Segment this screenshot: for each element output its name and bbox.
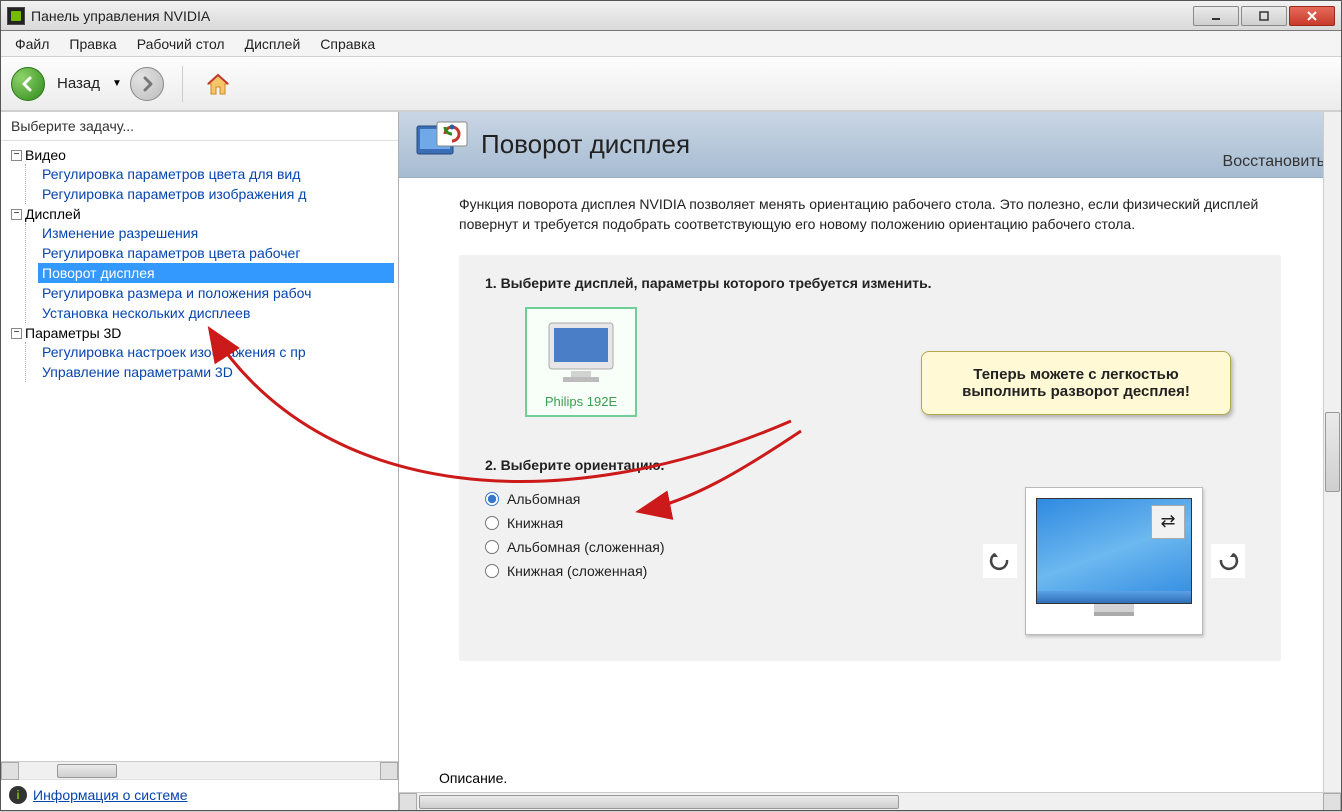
- body: Выберите задачу... − Видео Регулировка п…: [1, 111, 1341, 810]
- collapse-icon[interactable]: −: [11, 328, 22, 339]
- radio-label: Альбомная: [507, 491, 580, 507]
- tree-leaf-multi-display[interactable]: Установка нескольких дисплеев: [38, 303, 394, 323]
- system-info-link[interactable]: Информация о системе: [33, 787, 188, 803]
- collapse-icon[interactable]: −: [11, 150, 22, 161]
- tree-group-label: Параметры 3D: [25, 325, 121, 341]
- display-selector[interactable]: Philips 192E: [525, 307, 637, 417]
- radio-input[interactable]: [485, 492, 499, 506]
- rotate-cw-button[interactable]: [1211, 544, 1245, 578]
- menu-help[interactable]: Справка: [310, 36, 385, 52]
- sidebar-header: Выберите задачу...: [1, 112, 398, 141]
- tree-leaf-video-color[interactable]: Регулировка параметров цвета для вид: [38, 164, 394, 184]
- menu-edit[interactable]: Правка: [59, 36, 126, 52]
- content-area: Функция поворота дисплея NVIDIA позволяе…: [399, 178, 1341, 764]
- scrollbar-thumb[interactable]: [419, 795, 899, 809]
- tree-group-label: Дисплей: [25, 206, 81, 222]
- radio-portrait-flipped[interactable]: Книжная (сложенная): [485, 559, 664, 583]
- scrollbar-thumb[interactable]: [57, 764, 117, 778]
- tree-group-3d[interactable]: − Параметры 3D: [11, 324, 394, 342]
- orientation-radios: Альбомная Книжная Альбомная (сложенная): [485, 487, 664, 583]
- radio-input[interactable]: [485, 540, 499, 554]
- collapse-icon[interactable]: −: [11, 209, 22, 220]
- menu-desktop[interactable]: Рабочий стол: [127, 36, 235, 52]
- radio-label: Книжная (сложенная): [507, 563, 647, 579]
- window-title: Панель управления NVIDIA: [31, 8, 210, 24]
- radio-landscape[interactable]: Альбомная: [485, 487, 664, 511]
- tree-leaf-video-image[interactable]: Регулировка параметров изображения д: [38, 184, 394, 204]
- restore-link[interactable]: Восстановить: [1223, 153, 1325, 171]
- preview-column: ⇄: [983, 487, 1255, 635]
- tree-group-label: Видео: [25, 147, 66, 163]
- radio-input[interactable]: [485, 516, 499, 530]
- tree-group-display[interactable]: − Дисплей: [11, 205, 394, 223]
- preview-screen: ⇄: [1036, 498, 1192, 604]
- orientation-row: Альбомная Книжная Альбомная (сложенная): [485, 487, 1255, 635]
- task-tree: − Видео Регулировка параметров цвета для…: [1, 141, 398, 761]
- rotate-ccw-button[interactable]: [983, 544, 1017, 578]
- radio-label: Книжная: [507, 515, 563, 531]
- toolbar: Назад ▼: [1, 57, 1341, 111]
- page-description: Функция поворота дисплея NVIDIA позволяе…: [459, 194, 1281, 235]
- description-label: Описание.: [399, 764, 1341, 792]
- scrollbar-thumb[interactable]: [1325, 412, 1340, 492]
- radio-landscape-flipped[interactable]: Альбомная (сложенная): [485, 535, 664, 559]
- menu-file[interactable]: Файл: [5, 36, 59, 52]
- monitor-icon: [543, 319, 619, 385]
- step2-title: 2. Выберите ориентацию.: [485, 457, 1255, 473]
- rotate-display-icon: [415, 120, 469, 169]
- monitor-label: Philips 192E: [543, 394, 619, 409]
- maximize-button[interactable]: [1241, 6, 1287, 26]
- tree-leaf-size-position[interactable]: Регулировка размера и положения рабоч: [38, 283, 394, 303]
- close-button[interactable]: [1289, 6, 1335, 26]
- sidebar-footer: i Информация о системе: [1, 779, 398, 810]
- preview-stand: [1094, 604, 1134, 616]
- tree-leaf-desktop-color[interactable]: Регулировка параметров цвета рабочег: [38, 243, 394, 263]
- tree-group-video[interactable]: − Видео: [11, 146, 394, 164]
- radio-label: Альбомная (сложенная): [507, 539, 664, 555]
- main-panel: Поворот дисплея Восстановить Функция пов…: [399, 112, 1341, 810]
- preview-monitor: ⇄: [1025, 487, 1203, 635]
- window-controls: [1191, 6, 1335, 26]
- settings-panel: 1. Выберите дисплей, параметры которого …: [459, 255, 1281, 661]
- callout-text: Теперь можете с легкостью выполнить разв…: [962, 366, 1190, 400]
- page-title: Поворот дисплея: [481, 129, 1223, 160]
- tree-leaf-rotate-display[interactable]: Поворот дисплея: [38, 263, 394, 283]
- menubar: Файл Правка Рабочий стол Дисплей Справка: [1, 31, 1341, 57]
- back-button[interactable]: [11, 67, 45, 101]
- main-v-scrollbar[interactable]: [1323, 112, 1341, 792]
- titlebar: Панель управления NVIDIA: [1, 1, 1341, 31]
- tree-leaf-resolution[interactable]: Изменение разрешения: [38, 223, 394, 243]
- step1-title: 1. Выберите дисплей, параметры которого …: [485, 275, 1255, 291]
- radio-portrait[interactable]: Книжная: [485, 511, 664, 535]
- sidebar-h-scrollbar[interactable]: [1, 761, 398, 779]
- forward-button[interactable]: [130, 67, 164, 101]
- sidebar: Выберите задачу... − Видео Регулировка п…: [1, 112, 399, 810]
- toolbar-separator: [182, 66, 183, 102]
- back-label: Назад: [57, 75, 100, 92]
- help-callout: Теперь можете с легкостью выполнить разв…: [921, 351, 1231, 415]
- radio-input[interactable]: [485, 564, 499, 578]
- main-h-scrollbar[interactable]: [399, 792, 1341, 810]
- page-header: Поворот дисплея Восстановить: [399, 112, 1341, 178]
- minimize-button[interactable]: [1193, 6, 1239, 26]
- preview-taskbar: [1037, 591, 1191, 603]
- menu-display[interactable]: Дисплей: [235, 36, 311, 52]
- tree-leaf-3d-image[interactable]: Регулировка настроек изображения с пр: [38, 342, 394, 362]
- info-icon: i: [9, 786, 27, 804]
- nvidia-icon: [7, 7, 25, 25]
- home-button[interactable]: [201, 67, 235, 101]
- tree-leaf-3d-manage[interactable]: Управление параметрами 3D: [38, 362, 394, 382]
- app-window: Панель управления NVIDIA Файл Правка Раб…: [0, 0, 1342, 811]
- back-dropdown-icon[interactable]: ▼: [112, 78, 122, 89]
- rotate-arrows-icon: ⇄: [1151, 505, 1185, 539]
